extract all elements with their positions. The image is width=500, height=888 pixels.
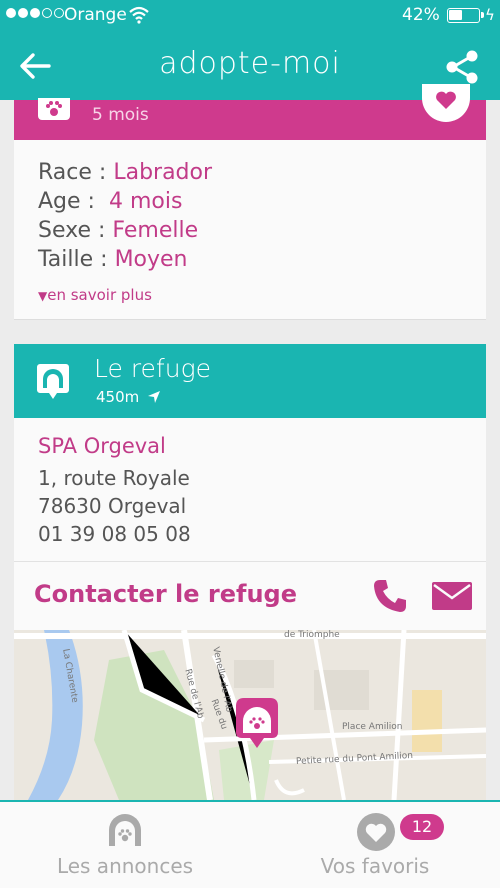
- app-title: adopte-moi: [159, 46, 341, 81]
- refuge-header: Le refuge 450m: [14, 344, 486, 418]
- detail-row-sexe: Sexe : Femelle: [38, 218, 199, 243]
- phone-icon[interactable]: [372, 578, 408, 614]
- paw-icon: [38, 98, 70, 120]
- heart-tab-icon: [357, 813, 395, 851]
- refuge-address-line2: 78630 Orgeval: [38, 494, 187, 518]
- more-info-link[interactable]: ▼en savoir plus: [38, 286, 152, 304]
- contact-row: Contacter le refuge: [14, 562, 486, 630]
- shelter-tab-icon: [109, 814, 141, 846]
- refuge-address-line1: 1, route Royale: [38, 466, 190, 490]
- tab-listings[interactable]: Les annonces: [0, 802, 250, 888]
- pet-header: 5 mois: [14, 84, 486, 140]
- charging-icon: ϟ: [485, 6, 495, 24]
- tab-favorites-label: Vos favoris: [320, 854, 430, 878]
- shelter-icon: [37, 364, 69, 399]
- refuge-info: SPA Orgeval 1, route Royale 78630 Orgeva…: [14, 418, 486, 562]
- carrier-name: Orange: [64, 5, 127, 25]
- map-label-place: Place Amilion: [342, 722, 403, 732]
- battery-percent: 42%: [402, 5, 440, 25]
- refuge-phone: 01 39 08 05 08: [38, 522, 191, 546]
- mail-icon[interactable]: [432, 580, 472, 612]
- tab-listings-label: Les annonces: [56, 854, 194, 878]
- status-bar: Orange 42% ϟ: [0, 0, 500, 32]
- favorite-button[interactable]: [422, 84, 470, 122]
- contact-refuge-button[interactable]: Contacter le refuge: [34, 580, 297, 608]
- location-arrow-icon: [148, 391, 161, 403]
- battery-icon: [447, 8, 484, 23]
- pet-age-subtitle: 5 mois: [92, 105, 149, 125]
- refuge-map[interactable]: La Charente Rue de l'Ab Venelle de l'Ab …: [14, 630, 486, 800]
- map-graphic: [14, 630, 486, 800]
- heart-icon: [436, 91, 456, 109]
- tab-favorites[interactable]: Vos favoris: [250, 802, 500, 888]
- share-icon[interactable]: [444, 50, 480, 84]
- detail-row-race: Race : Labrador: [38, 160, 213, 185]
- map-label-street-5: de Triomphe: [284, 630, 340, 640]
- bottom-tab-bar: Les annonces Vos favoris 12: [0, 800, 500, 888]
- favorites-count-badge: 12: [400, 814, 444, 840]
- pet-details-card: Race : Labrador Age : 4 mois Sexe : Feme…: [14, 140, 486, 320]
- expand-triangle-icon: ▼: [38, 289, 48, 303]
- wifi-icon: [129, 6, 149, 24]
- refuge-name: SPA Orgeval: [38, 434, 166, 458]
- detail-row-age: Age : 4 mois: [38, 189, 183, 214]
- refuge-distance: 450m: [96, 388, 161, 406]
- refuge-title: Le refuge: [94, 354, 211, 383]
- detail-row-taille: Taille : Moyen: [38, 247, 188, 272]
- signal-icon: [6, 8, 64, 18]
